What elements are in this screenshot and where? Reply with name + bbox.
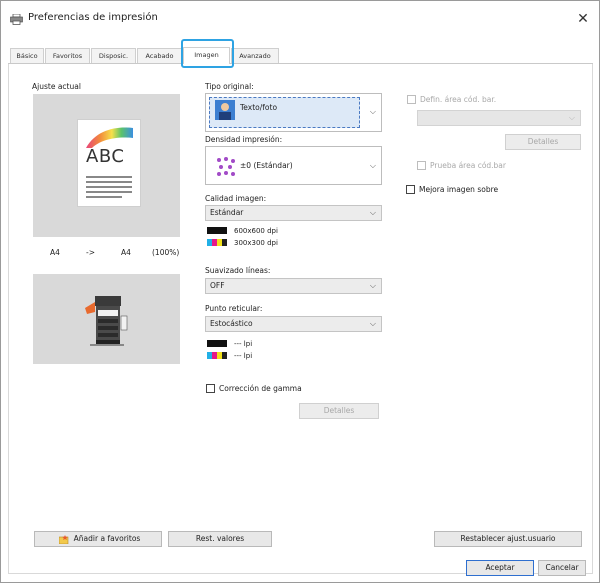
text-line <box>86 191 132 193</box>
color-swatch <box>207 352 227 359</box>
line-smoothing-dropdown[interactable]: OFF ⌵ <box>205 278 382 294</box>
black-swatch <box>207 227 227 234</box>
color-swatch <box>207 239 227 246</box>
tab-strip: Básico Favoritos Disposic. Acabado Image… <box>8 47 593 64</box>
chevron-down-icon: ⌵ <box>369 161 376 170</box>
page-preview: ABC <box>33 94 180 237</box>
chevron-down-icon: ⌵ <box>369 208 376 217</box>
text-line <box>86 181 132 183</box>
line-smoothing-value: OFF <box>210 281 225 290</box>
barcode-area-dropdown[interactable]: ⌵ <box>417 110 581 126</box>
star-folder-icon <box>59 535 69 544</box>
tab-avanzado[interactable]: Avanzado <box>231 48 279 63</box>
window-title: Preferencias de impresión <box>28 12 158 23</box>
image-quality-label: Calidad imagen: <box>205 194 267 203</box>
lpi-black: --- lpi <box>234 340 253 348</box>
barcode-area-label: Defin. área cód. bar. <box>420 95 497 104</box>
screening-dropdown[interactable]: Estocástico ⌵ <box>205 316 382 332</box>
black-swatch <box>207 340 227 347</box>
screening-value: Estocástico <box>210 319 253 328</box>
print-density-value: ±0 (Estándar) <box>240 161 293 170</box>
density-dots-icon <box>217 157 235 176</box>
image-settings-panel: Ajuste actual ABC A4 -> A4 (100%) Tipo o… <box>8 64 593 576</box>
barcode-details-button[interactable]: Detalles <box>505 134 581 150</box>
printer-device-icon <box>85 296 128 346</box>
size-to: A4 <box>121 248 131 257</box>
add-to-favorites-button[interactable]: Añadir a favoritos <box>34 531 162 547</box>
size-arrow: -> <box>86 248 95 257</box>
lpi-color: --- lpi <box>234 352 253 360</box>
chevron-down-icon: ⌵ <box>369 281 376 290</box>
title-bar: Preferencias de impresión ✕ <box>1 1 599 35</box>
restore-user-settings-button[interactable]: Restablecer ajust.usuario <box>434 531 582 547</box>
chevron-down-icon: ⌵ <box>369 107 376 116</box>
size-from: A4 <box>50 248 60 257</box>
reset-values-button[interactable]: Rest. valores <box>168 531 272 547</box>
text-line <box>86 196 122 198</box>
text-line <box>86 176 132 178</box>
paper-preview: ABC <box>77 119 141 207</box>
rainbow-graphic <box>86 127 133 148</box>
printer-preview <box>33 274 180 364</box>
image-enhance-checkbox[interactable] <box>406 185 415 194</box>
chevron-down-icon: ⌵ <box>369 319 376 328</box>
barcode-test-checkbox[interactable] <box>417 161 426 170</box>
print-density-label: Densidad impresión: <box>205 135 283 144</box>
printer-icon <box>10 14 23 25</box>
barcode-area-checkbox[interactable] <box>407 95 416 104</box>
text-photo-icon <box>215 100 235 120</box>
tab-imagen[interactable]: Imagen <box>183 47 230 64</box>
gamma-checkbox[interactable] <box>206 384 215 393</box>
preview-text: ABC <box>86 146 125 167</box>
tab-acabado[interactable]: Acabado <box>137 48 182 63</box>
tab-favoritos[interactable]: Favoritos <box>45 48 90 63</box>
current-setting-label: Ajuste actual <box>32 82 81 91</box>
resolution-color: 300x300 dpi <box>234 239 278 247</box>
line-smoothing-label: Suavizado líneas: <box>205 266 271 275</box>
gamma-details-button[interactable]: Detalles <box>299 403 379 419</box>
close-icon[interactable]: ✕ <box>573 9 593 29</box>
original-type-dropdown[interactable]: Texto/foto ⌵ <box>205 93 382 132</box>
original-type-label: Tipo original: <box>205 82 254 91</box>
image-quality-value: Estándar <box>210 208 244 217</box>
ok-button[interactable]: Aceptar <box>466 560 534 576</box>
resolution-black: 600x600 dpi <box>234 227 278 235</box>
tab-basico[interactable]: Básico <box>10 48 44 63</box>
barcode-test-label: Prueba área cód.bar <box>430 161 506 170</box>
image-quality-dropdown[interactable]: Estándar ⌵ <box>205 205 382 221</box>
image-enhance-label: Mejora imagen sobre <box>419 185 499 194</box>
text-line <box>86 186 132 188</box>
tab-disposicion[interactable]: Disposic. <box>91 48 136 63</box>
screening-label: Punto reticular: <box>205 304 263 313</box>
cancel-button[interactable]: Cancelar <box>538 560 586 576</box>
chevron-down-icon: ⌵ <box>568 113 575 122</box>
scale-percent: (100%) <box>152 248 180 257</box>
print-preferences-window: Preferencias de impresión ✕ Básico Favor… <box>0 0 600 583</box>
original-type-value: Texto/foto <box>240 103 278 112</box>
gamma-label: Corrección de gamma <box>219 384 302 393</box>
print-density-dropdown[interactable]: ±0 (Estándar) ⌵ <box>205 146 382 185</box>
